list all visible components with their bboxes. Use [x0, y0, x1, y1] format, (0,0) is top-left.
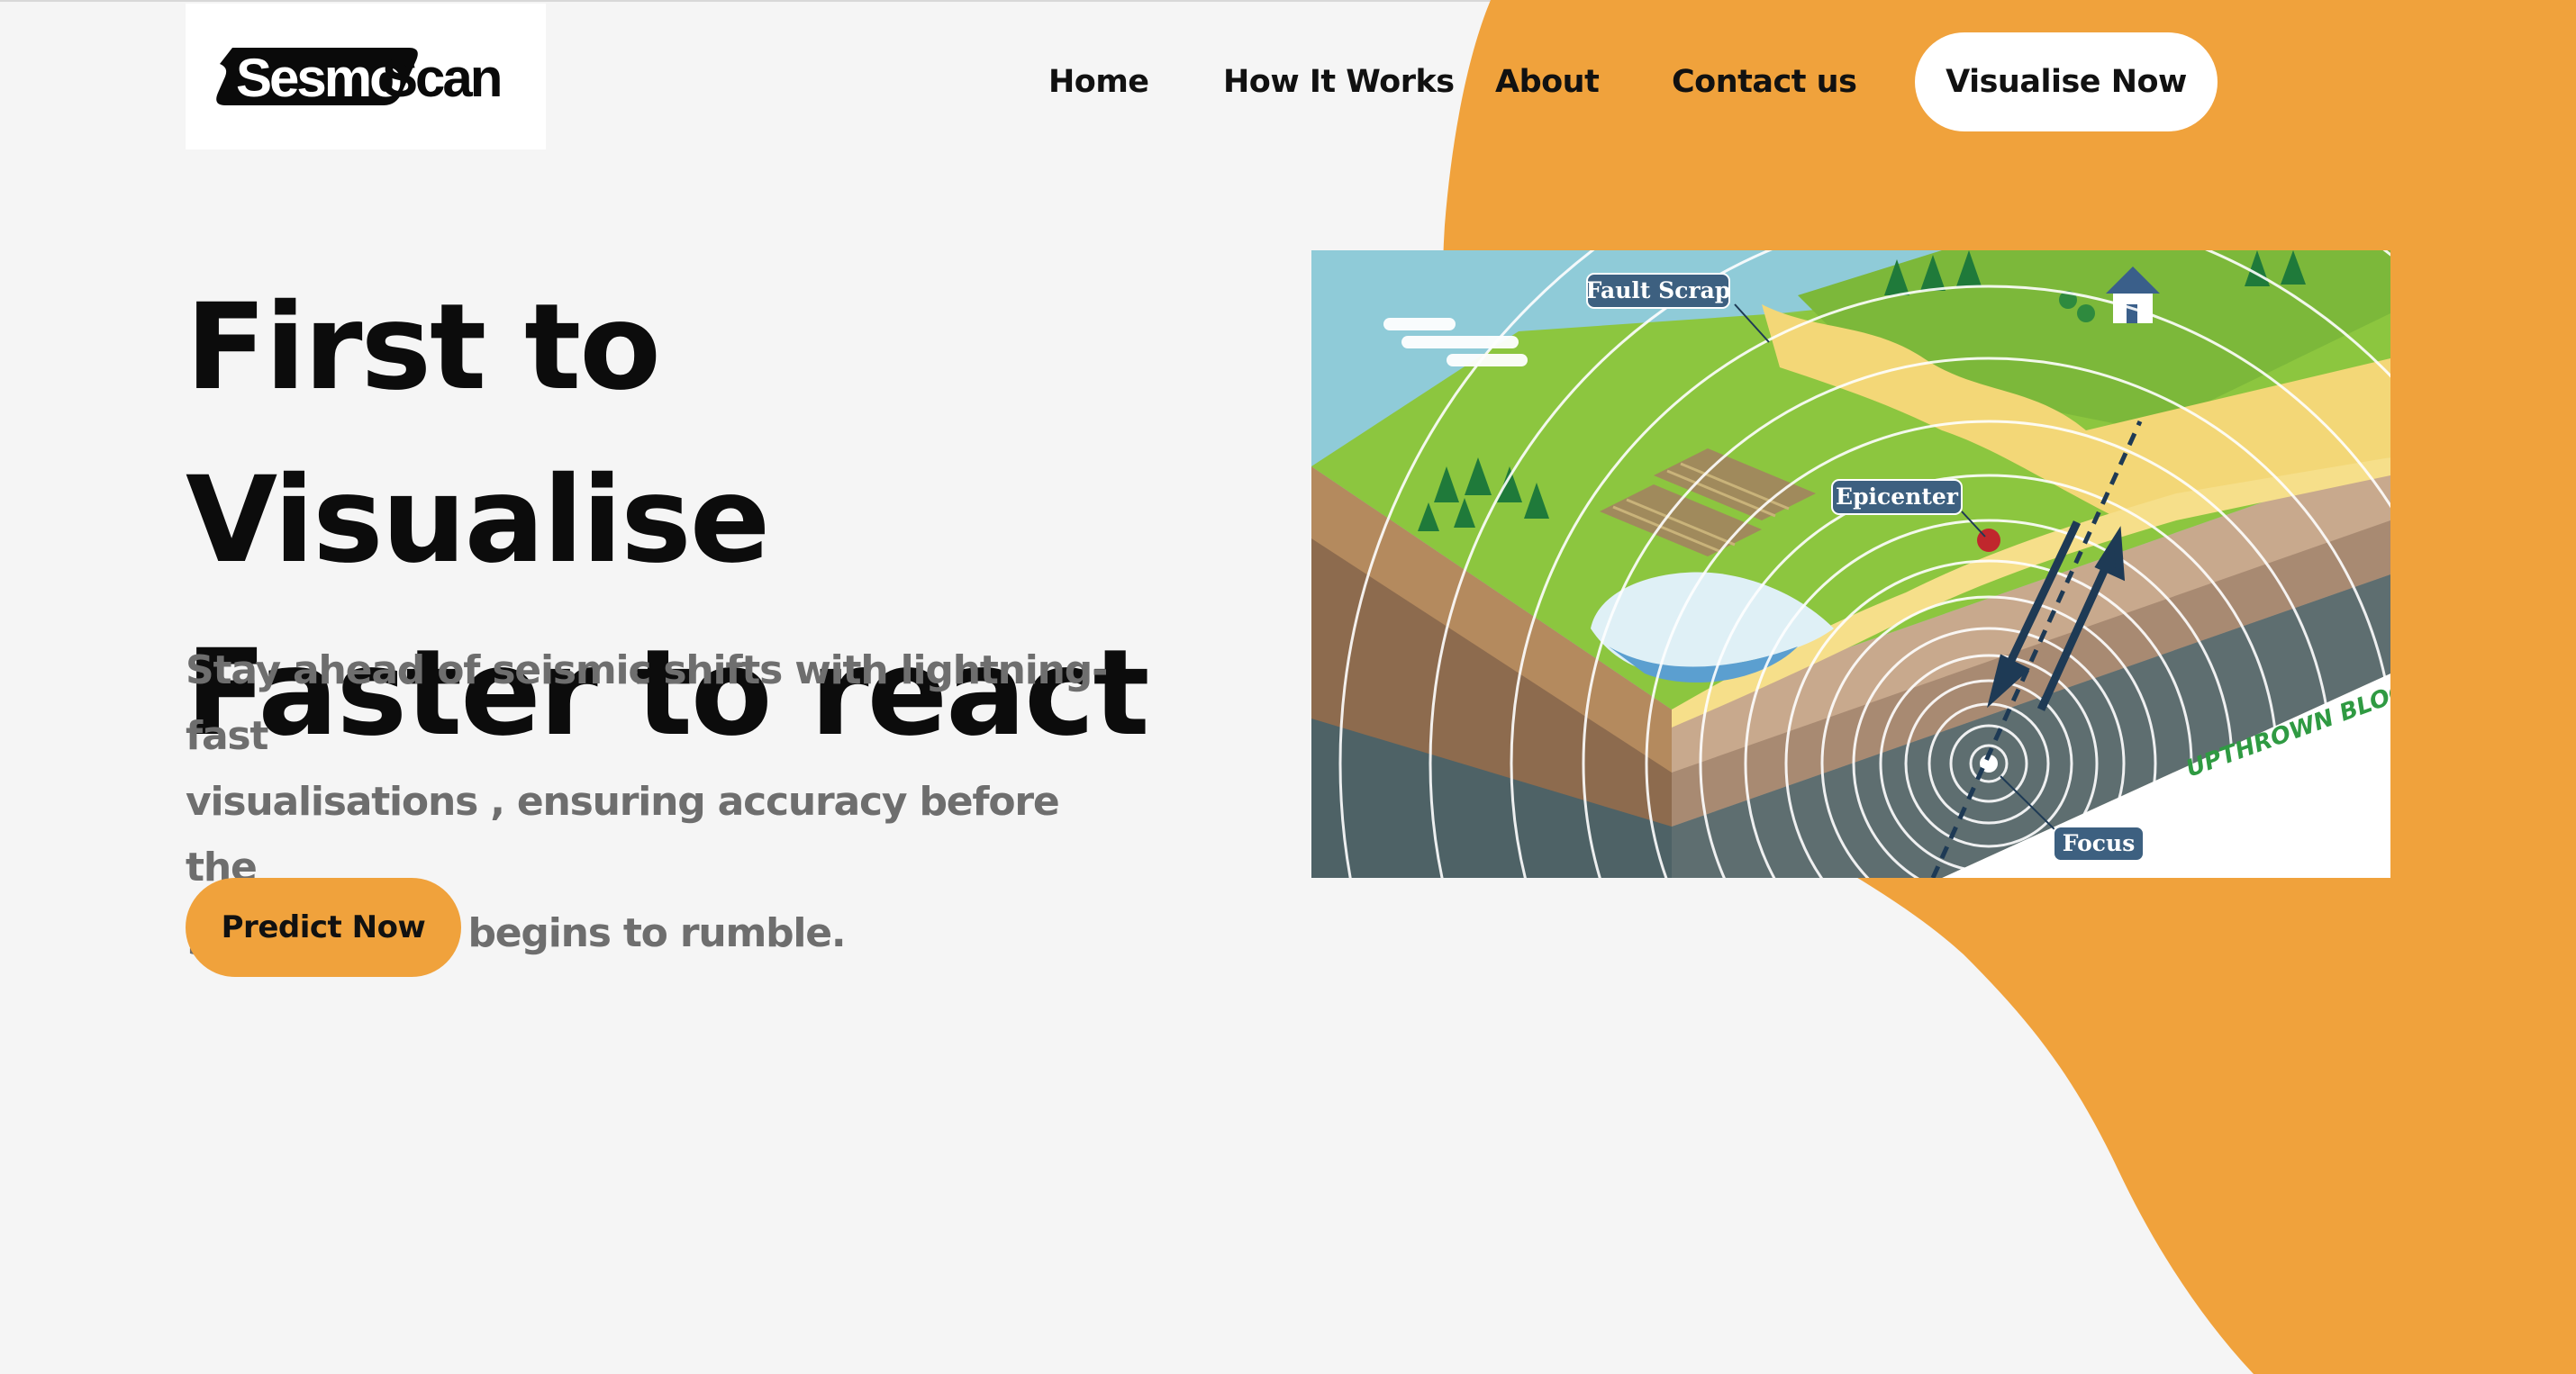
main-nav: Home How It Works About Contact us Visua…	[0, 32, 2576, 131]
nav-link-home[interactable]: Home	[1048, 32, 1149, 131]
nav-link-contact-us[interactable]: Contact us	[1672, 32, 1857, 131]
visualise-now-button[interactable]: Visualise Now	[1915, 32, 2218, 131]
fault-diagram: Fault Scrap Epicenter Focus UPTHROWN BLO…	[1311, 250, 2390, 878]
hero-subtitle-line-1: Stay ahead of seismic shifts with lightn…	[186, 647, 1108, 759]
hero-title-line-1: First to Visualise	[186, 278, 770, 590]
svg-text:Fault Scrap: Fault Scrap	[1586, 277, 1731, 303]
nav-link-about[interactable]: About	[1495, 32, 1600, 131]
navbar: Sesmo Scan Home How It Works About Conta…	[0, 0, 2576, 153]
label-epicenter: Epicenter	[1831, 479, 1963, 515]
predict-now-button[interactable]: Predict Now	[186, 878, 461, 977]
earthquake-fault-illustration: Fault Scrap Epicenter Focus UPTHROWN BLO…	[1311, 250, 2390, 878]
nav-link-how-it-works[interactable]: How It Works	[1223, 32, 1455, 131]
hero-section: First to Visualise Faster to react Stay …	[0, 0, 2576, 1374]
svg-text:Epicenter: Epicenter	[1836, 484, 1959, 510]
hero-subtitle-line-2: visualisations , ensuring accuracy befor…	[186, 779, 1060, 890]
svg-text:Focus: Focus	[2063, 830, 2136, 856]
